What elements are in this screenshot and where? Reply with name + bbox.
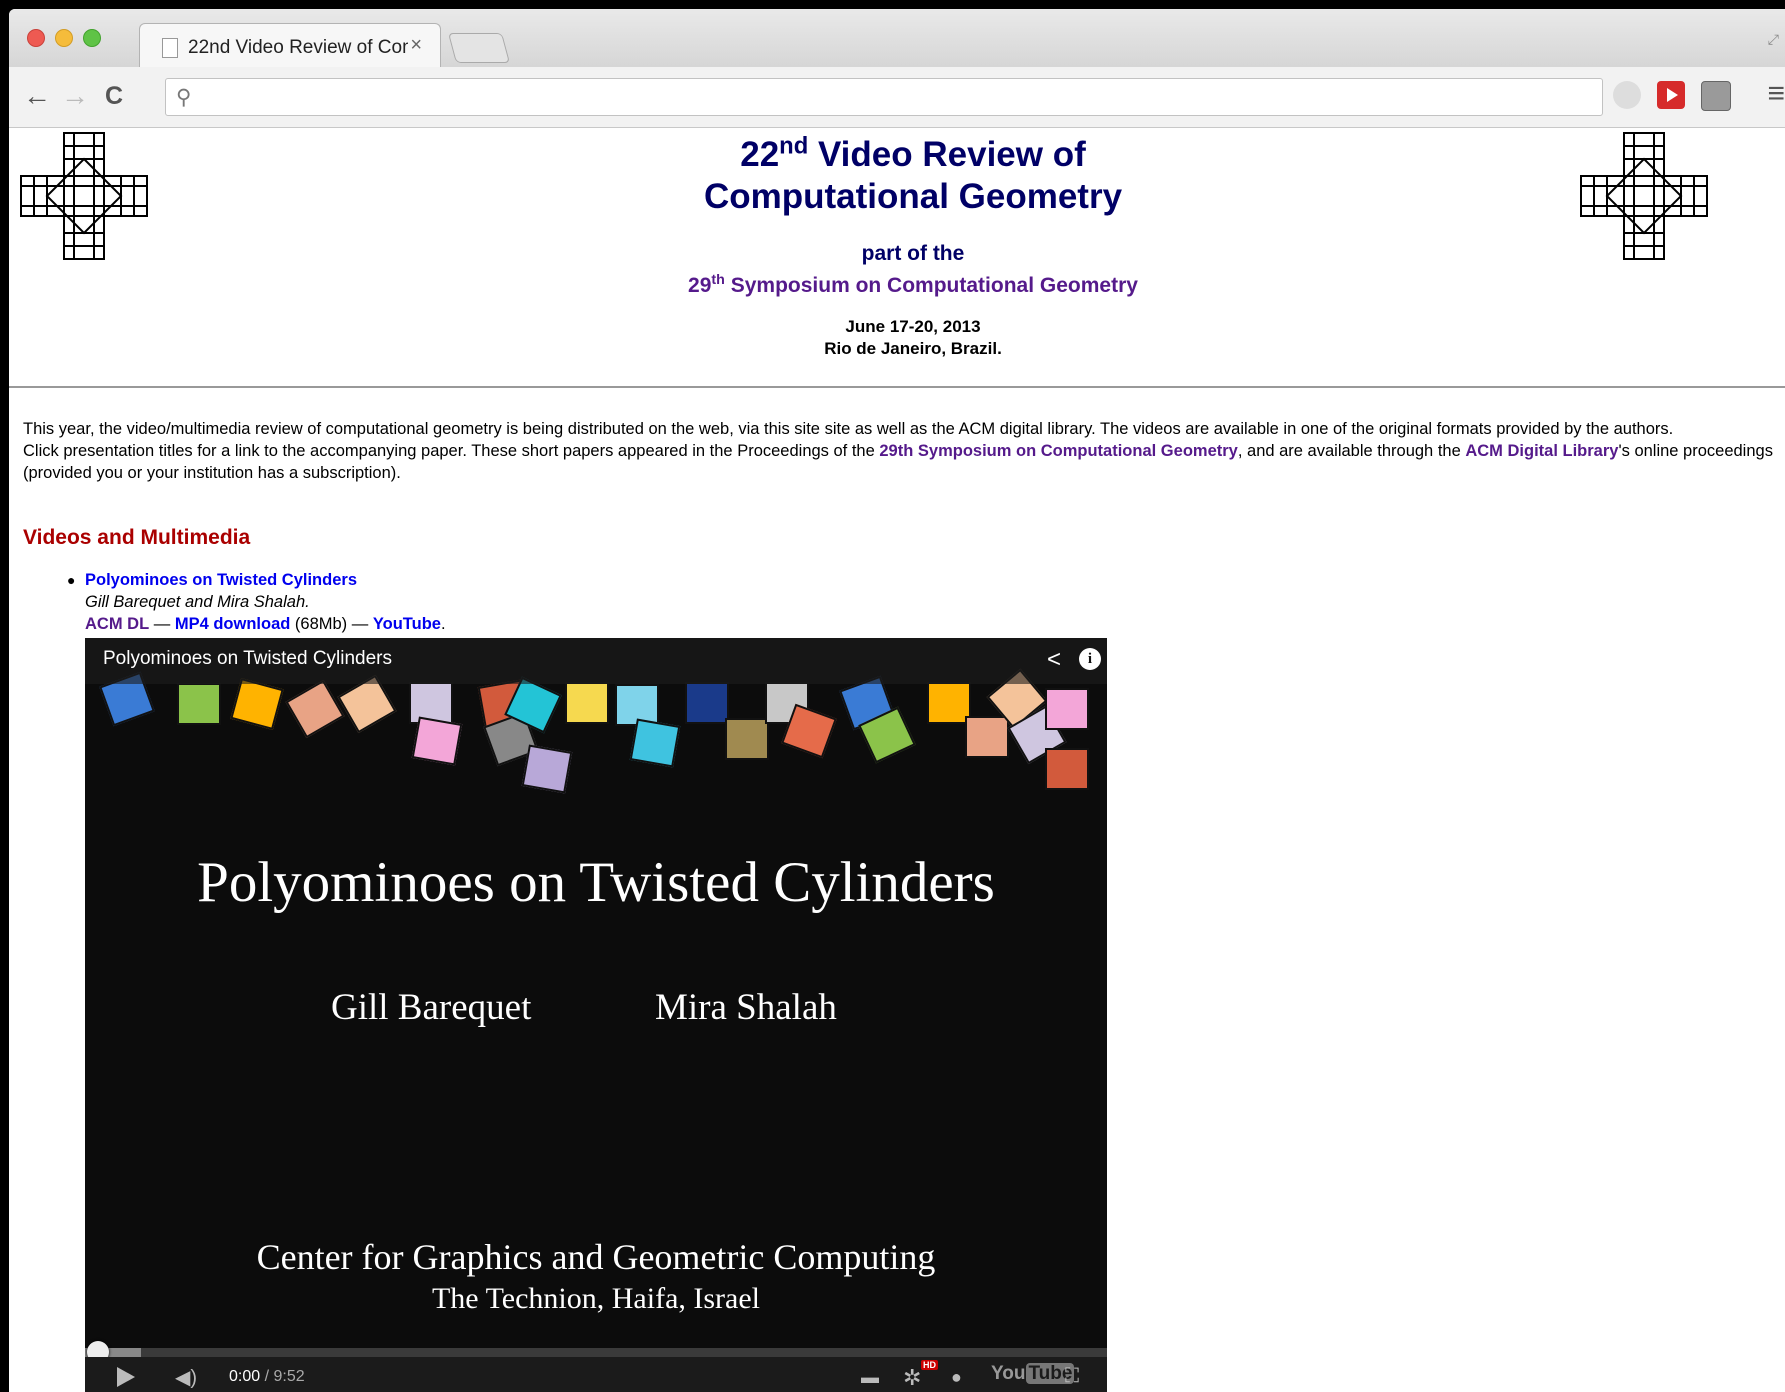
extension-screenshot-icon[interactable] [1701, 81, 1731, 111]
video-title-link[interactable]: Polyominoes on Twisted Cylinders [85, 571, 357, 589]
mp4-download-link[interactable]: MP4 download [175, 615, 291, 633]
forward-button[interactable]: → [61, 80, 89, 112]
browser-toolbar: ← → C ⚲ ≡ [9, 67, 1785, 128]
time-current: 0:00 [229, 1368, 261, 1385]
acm-digital-library-link[interactable]: ACM Digital Library [1465, 442, 1618, 460]
slide-location: The Technion, Haifa, Israel [431, 1282, 761, 1315]
file-size: (68Mb) — [290, 615, 373, 633]
part-of-text: part of the [861, 242, 965, 265]
event-location: Rio de Janeiro, Brazil. [824, 339, 1002, 358]
polyomino-tile [629, 718, 681, 768]
volume-icon[interactable]: ◀) [175, 1365, 197, 1390]
minimize-window-button[interactable] [55, 29, 73, 47]
tab-active[interactable]: 22nd Video Review of Com × [139, 23, 441, 68]
slide-institution: Center for Graphics and Geometric Comput… [256, 1237, 936, 1277]
page-content: 22nd Video Review of Computational Geome… [9, 128, 1785, 1392]
share-icon[interactable]: < [1047, 646, 1061, 674]
slide-title: Polyominoes on Twisted Cylinders [197, 851, 995, 914]
period: . [441, 615, 446, 633]
new-tab-button[interactable] [447, 33, 511, 63]
intro-paragraph-2b: , and are available through the [1237, 442, 1466, 460]
video-controls: ◀) 0:00 / 9:52 ▬ ✲ HD ● You Tube ⛶ [85, 1357, 1107, 1392]
intro-paragraph-2a: Click presentation titles for a link to … [23, 442, 880, 460]
video-progress-bar[interactable] [85, 1341, 1107, 1363]
video-time: 0:00 / 9:52 [229, 1368, 305, 1386]
fullscreen-icon[interactable]: ⤢ [1768, 31, 1779, 48]
annotations-icon[interactable]: ● [951, 1367, 962, 1388]
youtube-logo-you: You [991, 1363, 1026, 1384]
info-icon[interactable]: i [1079, 648, 1101, 670]
symposium-number: 29 [688, 274, 712, 297]
play-icon[interactable] [115, 1365, 137, 1392]
video-player[interactable]: Polyominoes on Twisted Cylinders < i Pol… [85, 638, 1107, 1392]
captions-icon[interactable]: ▬ [861, 1367, 879, 1388]
polyomino-tile [177, 683, 221, 725]
polyomino-tile [1045, 688, 1089, 730]
slide-author-1: Gill Barequet [331, 987, 532, 1028]
youtube-logo[interactable]: You Tube [990, 1363, 1075, 1385]
polyomino-tile [521, 744, 573, 794]
address-bar[interactable]: ⚲ [165, 78, 1603, 116]
polyomino-tile [685, 682, 729, 724]
list-item: ● Polyominoes on Twisted Cylinders Gill … [67, 569, 446, 635]
polyomino-tile [1045, 748, 1089, 790]
event-date: June 17-20, 2013 [845, 317, 981, 336]
back-button[interactable]: ← [23, 80, 51, 112]
symposium-link[interactable]: 29th Symposium on Computational Geometry [9, 272, 1785, 298]
separator: — [149, 615, 175, 633]
horizontal-divider [9, 386, 1785, 388]
title-line2: Computational Geometry [703, 177, 1123, 216]
title-rest: Video Review of [808, 135, 1086, 174]
zoom-window-button[interactable] [83, 29, 101, 47]
acm-dl-link[interactable]: ACM DL [85, 615, 149, 633]
section-heading: Videos and Multimedia [23, 526, 251, 549]
youtube-link[interactable]: YouTube [373, 615, 441, 633]
polyomino-tile [565, 682, 609, 724]
tab-title: 22nd Video Review of Com [188, 37, 408, 58]
fullscreen-icon[interactable]: ⛶ [1065, 1365, 1079, 1388]
polyomino-tile [411, 716, 463, 766]
time-total: 9:52 [273, 1368, 305, 1385]
page-header: 22nd Video Review of Computational Geome… [9, 128, 1785, 360]
video-authors: Gill Barequet and Mira Shalah. [85, 593, 310, 611]
tab-strip: 22nd Video Review of Com × ⤢ [9, 9, 1785, 68]
reload-button[interactable]: C [105, 82, 123, 111]
intro-text: This year, the video/multimedia review o… [23, 418, 1773, 484]
hd-badge: HD [921, 1360, 938, 1370]
browser-window: 22nd Video Review of Com × ⤢ ← → C ⚲ ≡ 2… [9, 9, 1785, 1392]
symposium-sup: th [711, 272, 725, 288]
polyomino-tile [285, 679, 345, 739]
page-title: 22nd Video Review of Computational Geome… [9, 134, 1785, 218]
symposium-name: Symposium on Computational Geometry [724, 274, 1138, 297]
title-number: 22 [740, 135, 780, 174]
extension-play-icon[interactable] [1657, 81, 1685, 109]
bullet-icon: ● [67, 572, 76, 588]
page-icon [162, 38, 178, 58]
polyomino-tile [725, 718, 769, 760]
settings-icon[interactable]: ✲ [903, 1365, 921, 1391]
menu-icon[interactable]: ≡ [1767, 77, 1785, 111]
symposium-proceedings-link[interactable]: 29th Symposium on Computational Geometry [879, 442, 1237, 460]
time-separator: / [260, 1368, 274, 1385]
window-controls [27, 29, 101, 47]
polyomino-tile [230, 678, 284, 730]
slide-author-2: Mira Shalah [655, 987, 837, 1028]
event-details: June 17-20, 2013 Rio de Janeiro, Brazil. [9, 316, 1785, 360]
extension-hand-icon[interactable] [1613, 81, 1641, 109]
video-overlay-title[interactable]: Polyominoes on Twisted Cylinders [103, 648, 392, 670]
intro-paragraph-1: This year, the video/multimedia review o… [23, 420, 1674, 438]
close-window-button[interactable] [27, 29, 45, 47]
search-icon: ⚲ [176, 86, 192, 109]
tab-close-icon[interactable]: × [410, 34, 422, 57]
title-sup: nd [779, 132, 809, 160]
polyomino-tile [965, 716, 1009, 758]
